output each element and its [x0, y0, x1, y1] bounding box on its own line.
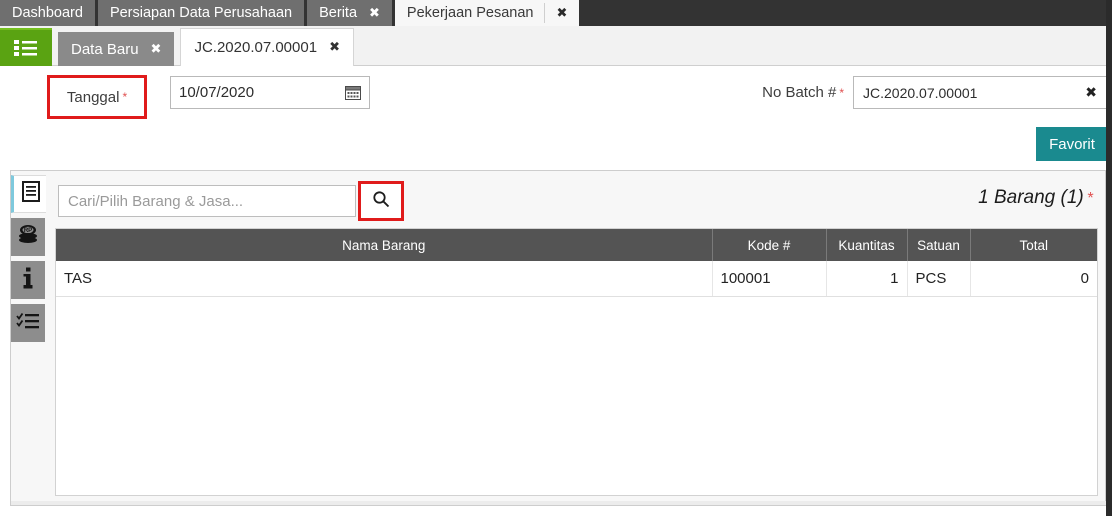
- table-row[interactable]: TAS 100001 1 PCS 0: [56, 261, 1097, 297]
- table-header-row: Nama Barang Kode # Kuantitas Satuan Tota…: [56, 229, 1097, 261]
- no-batch-value: JC.2020.07.00001: [863, 84, 978, 101]
- main-tab-label: Dashboard: [12, 4, 83, 21]
- item-count-label: 1 Barang (1) *: [978, 187, 1093, 209]
- document-tab-label: JC.2020.07.00001: [194, 39, 318, 56]
- info-icon: [23, 267, 33, 294]
- cell-nama-barang[interactable]: TAS: [56, 261, 713, 297]
- close-icon[interactable]: ✖: [557, 6, 568, 21]
- items-table-container: Nama Barang Kode # Kuantitas Satuan Tota…: [55, 228, 1098, 496]
- document-lines-icon: [21, 181, 40, 207]
- document-tab-list: Data Baru ✖ JC.2020.07.00001 ✖: [0, 26, 1112, 66]
- list-menu-icon: [13, 38, 39, 58]
- close-icon[interactable]: ✖: [369, 6, 380, 21]
- main-tab-label: Berita: [319, 4, 358, 21]
- document-tab-data-baru[interactable]: Data Baru ✖: [58, 32, 175, 66]
- tab-divider: [543, 3, 545, 23]
- document-tab-jc-2020-07-00001[interactable]: JC.2020.07.00001 ✖: [180, 28, 354, 66]
- search-icon: [372, 190, 390, 213]
- favorit-button[interactable]: Favorit: [1036, 127, 1108, 161]
- main-tab-bar: Dashboard Persiapan Data Perusahaan Beri…: [0, 0, 1112, 26]
- cell-total[interactable]: 0: [970, 261, 1097, 297]
- items-panel: RP Cari/Pilih Barang & Jasa... 1 Barang …: [10, 170, 1107, 506]
- column-header-nama-barang[interactable]: Nama Barang: [56, 229, 713, 261]
- panel-side-tabs: RP: [11, 171, 47, 505]
- no-batch-input[interactable]: JC.2020.07.00001 ✖: [853, 76, 1107, 109]
- main-tab-list: Dashboard Persiapan Data Perusahaan Beri…: [0, 0, 1112, 26]
- tanggal-value: 10/07/2020: [179, 84, 255, 101]
- column-header-satuan[interactable]: Satuan: [907, 229, 971, 261]
- required-marker: *: [839, 86, 844, 100]
- main-tab-label: Persiapan Data Perusahaan: [109, 4, 293, 21]
- side-tab-currency[interactable]: RP: [11, 218, 45, 256]
- no-batch-label-group: No Batch # *: [762, 84, 844, 101]
- main-tab-dashboard[interactable]: Dashboard: [0, 0, 95, 26]
- main-tab-label: Pekerjaan Pesanan: [406, 4, 534, 21]
- rp-coins-icon: RP: [16, 224, 40, 250]
- tanggal-label: Tanggal: [66, 88, 120, 106]
- search-input-placeholder: Cari/Pilih Barang & Jasa...: [68, 192, 244, 210]
- favorit-button-label: Favorit: [1049, 135, 1095, 153]
- items-table-body: TAS 100001 1 PCS 0: [56, 261, 1097, 297]
- items-content: Cari/Pilih Barang & Jasa... 1 Barang (1)…: [46, 171, 1105, 505]
- clear-icon[interactable]: ✖: [1085, 85, 1097, 101]
- search-button[interactable]: [358, 181, 404, 221]
- document-tab-label: Data Baru: [71, 40, 139, 58]
- panel-bottom-edge: [11, 501, 1107, 505]
- required-marker: *: [1086, 190, 1093, 207]
- column-header-total[interactable]: Total: [970, 229, 1097, 261]
- side-tab-checklist[interactable]: [11, 304, 45, 342]
- item-count-text: 1 Barang (1): [978, 187, 1084, 208]
- column-header-kuantitas[interactable]: Kuantitas: [826, 229, 908, 261]
- main-tab-pekerjaan-pesanan[interactable]: Pekerjaan Pesanan ✖: [394, 0, 580, 26]
- main-tab-persiapan-data-perusahaan[interactable]: Persiapan Data Perusahaan: [97, 0, 305, 26]
- window-right-edge: [1106, 0, 1112, 516]
- cell-kuantitas[interactable]: 1: [826, 261, 908, 297]
- form-header-area: Tanggal * 10/07/2020 No Batch # * JC.202…: [0, 66, 1112, 166]
- calendar-icon[interactable]: [345, 85, 361, 100]
- main-tab-berita[interactable]: Berita ✖: [307, 0, 392, 26]
- close-icon[interactable]: ✖: [329, 40, 340, 55]
- search-row: Cari/Pilih Barang & Jasa... 1 Barang (1)…: [46, 181, 1105, 225]
- items-table-header: Nama Barang Kode # Kuantitas Satuan Tota…: [56, 229, 1097, 261]
- document-tab-bar: Data Baru ✖ JC.2020.07.00001 ✖: [0, 26, 1112, 66]
- required-marker: *: [122, 90, 128, 104]
- no-batch-label: No Batch #: [762, 84, 837, 101]
- checklist-icon: [16, 311, 40, 336]
- search-input[interactable]: Cari/Pilih Barang & Jasa...: [58, 185, 356, 217]
- cell-kode[interactable]: 100001: [712, 261, 827, 297]
- menu-button[interactable]: [0, 28, 52, 66]
- side-tab-info[interactable]: [11, 261, 45, 299]
- application-window: Dashboard Persiapan Data Perusahaan Beri…: [0, 0, 1112, 516]
- tanggal-input[interactable]: 10/07/2020: [170, 76, 370, 109]
- close-icon[interactable]: ✖: [151, 42, 162, 57]
- cell-satuan[interactable]: PCS: [907, 261, 971, 297]
- column-header-kode[interactable]: Kode #: [712, 229, 827, 261]
- items-table: Nama Barang Kode # Kuantitas Satuan Tota…: [56, 229, 1097, 297]
- tanggal-label-highlight: Tanggal *: [47, 75, 147, 119]
- side-tab-items[interactable]: [11, 175, 47, 213]
